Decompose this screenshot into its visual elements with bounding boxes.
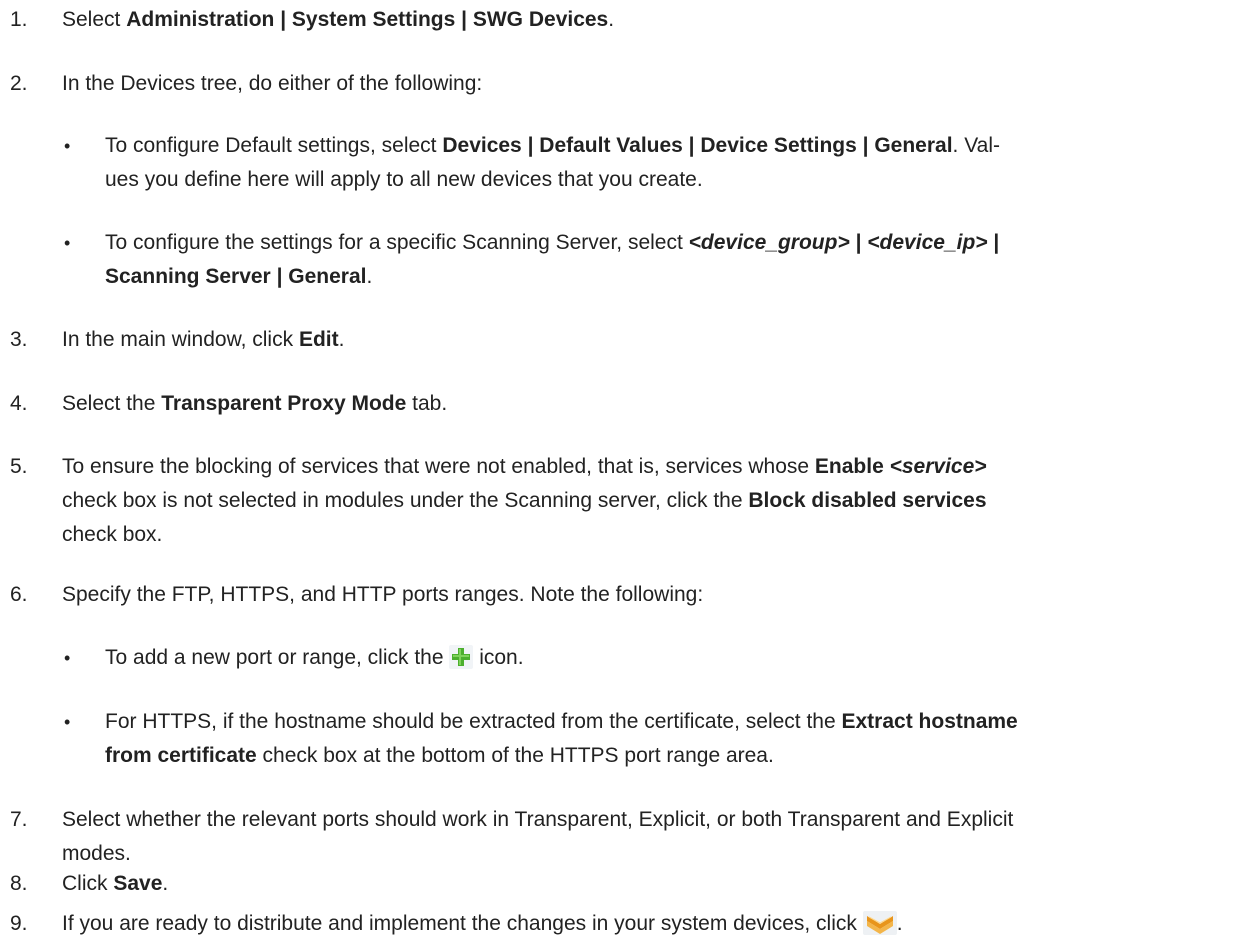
step-number: 3.	[10, 328, 28, 351]
step-text: In the Devices tree, do either of the fo…	[62, 72, 483, 95]
step-number: 9.	[10, 912, 28, 935]
step-number: 6.	[10, 583, 28, 606]
bullet-text: For HTTPS, if the hostname should be ext…	[105, 710, 1018, 767]
step-number: 4.	[10, 392, 28, 415]
instruction-document: 1. Select Administration | System Settin…	[0, 0, 1257, 947]
step-text: Select the Transparent Proxy Mode tab.	[62, 392, 448, 415]
step-text: If you are ready to distribute and imple…	[62, 907, 1251, 946]
step-text: To ensure the blocking of services that …	[62, 455, 987, 546]
step-number: 8.	[10, 872, 28, 895]
bullet-mark: •	[64, 233, 71, 253]
step-text: Select whether the relevant ports should…	[62, 808, 1014, 865]
plus-icon	[449, 645, 474, 680]
bullet-text: To add a new port or range, click the ic…	[105, 641, 1251, 680]
step-number: 5.	[10, 455, 28, 478]
step-number: 2.	[10, 72, 28, 95]
distribute-icon	[862, 911, 897, 946]
step-text: Specify the FTP, HTTPS, and HTTP ports r…	[62, 583, 704, 606]
bullet-text: To configure Default settings, select De…	[105, 134, 1000, 191]
bullet-text: To configure the settings for a specific…	[105, 231, 1000, 288]
bullet-mark: •	[64, 136, 71, 156]
bullet-mark: •	[64, 712, 71, 732]
step-number: 1.	[10, 8, 28, 31]
step-number: 7.	[10, 808, 28, 831]
bullet-mark: •	[64, 648, 71, 668]
step-text: Click Save.	[62, 872, 169, 895]
step-text: Select Administration | System Settings …	[62, 8, 615, 31]
step-text: In the main window, click Edit.	[62, 328, 345, 351]
